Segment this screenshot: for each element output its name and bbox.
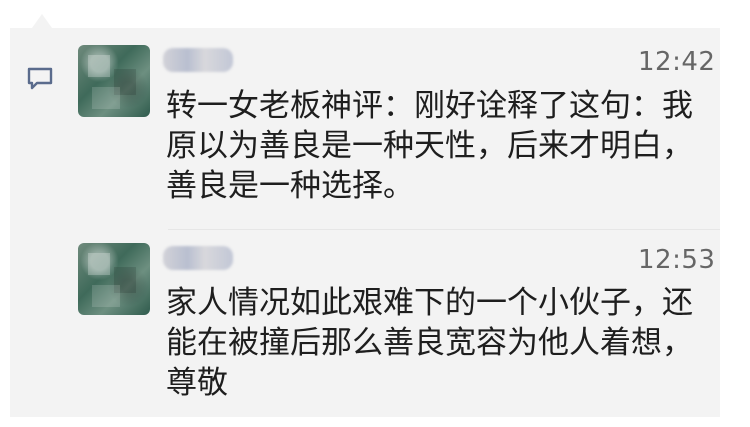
avatar[interactable] xyxy=(78,45,150,117)
comment-text: 家人情况如此艰难下的一个小伙子，还能在被撞后那么善良宽容为他人着想，尊敬 xyxy=(166,285,693,401)
comment-divider xyxy=(168,229,720,230)
avatar[interactable] xyxy=(78,243,150,315)
card-pointer xyxy=(32,14,52,28)
commenter-name-blurred[interactable] xyxy=(163,48,233,72)
comment-time: 12:42 xyxy=(638,47,716,77)
comment-icon[interactable] xyxy=(27,67,53,91)
commenter-name-blurred[interactable] xyxy=(163,246,233,270)
comment-text: 转一女老板神评：刚好诠释了这句：我原以为善良是一种天性，后来才明白，善良是一种选… xyxy=(166,88,693,204)
comment-time: 12:53 xyxy=(638,245,716,275)
